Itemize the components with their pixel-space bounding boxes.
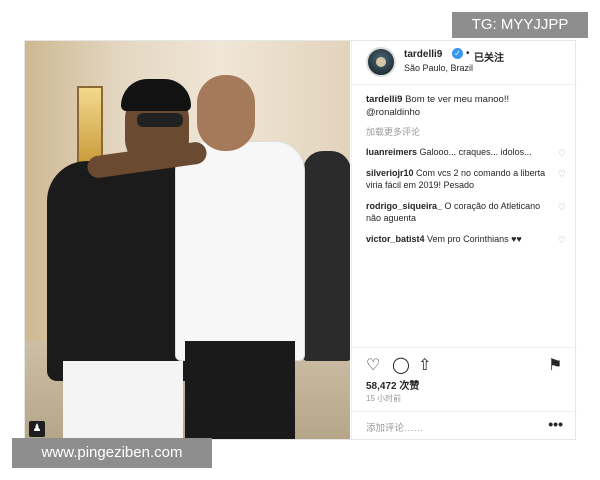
comment-icon[interactable]: ◯ [392,358,410,374]
avatar[interactable] [366,47,396,77]
post-photo[interactable]: ♟ [25,41,350,439]
comment-row: silveriojr10 Com vcs 2 no comando a libe… [366,167,566,192]
header-username[interactable]: tardelli9 [404,49,442,60]
separator-dot: • [466,48,470,59]
caption-username[interactable]: tardelli9 [366,94,402,105]
caption-text: Bom te ver meu manoo!! [405,94,510,105]
load-more-comments-link[interactable]: 加载更多评论 [366,125,566,138]
comment-username[interactable]: victor_batist4 [366,234,425,244]
share-icon[interactable]: ⇧ [418,358,431,374]
watermark-bottom: www.pingeziben.com [12,438,212,468]
post-timestamp: 15 小时前 [366,394,402,403]
comment-username[interactable]: rodrigo_siqueira_ [366,201,442,211]
comment-row: victor_batist4 Vem pro Corinthians ♥♥ ♡ [366,233,566,246]
post-header: tardelli9 ✓ • 已关注 São Paulo, Brazil [352,41,577,85]
photo-person-left-pants [63,361,183,439]
add-comment-bar: 添加评论…… ••• [352,411,577,439]
location-link[interactable]: São Paulo, Brazil [404,63,473,73]
comment-text: Galooo... craques... idolos... [419,147,532,157]
follow-status-button[interactable]: 已关注 [474,49,504,64]
comment-username[interactable]: silveriojr10 [366,168,414,178]
photo-lit-doorway [77,86,103,166]
photo-person-right-head [197,75,255,151]
more-options-icon[interactable]: ••• [548,416,563,432]
comment-row: luanreimers Galooo... craques... idolos.… [366,146,566,159]
comment-username[interactable]: luanreimers [366,147,417,157]
post-side-panel: tardelli9 ✓ • 已关注 São Paulo, Brazil tard… [351,41,577,439]
likes-count[interactable]: 58,472 次赞 [366,377,419,392]
photo-background-person [303,151,350,361]
watermark-top: TG: MYYJJPP [452,12,588,38]
instagram-post: ♟ tardelli9 ✓ • 已关注 São Paulo, Brazil ta… [24,40,577,440]
heart-icon[interactable]: ♡ [366,358,380,374]
comment-text: Vem pro Corinthians ♥♥ [427,233,522,244]
comment-like-heart-icon[interactable]: ♡ [558,147,566,160]
comment-like-heart-icon[interactable]: ♡ [558,168,566,181]
verified-badge-icon: ✓ [452,48,463,59]
comment-input[interactable]: 添加评论…… [366,420,423,434]
caption: tardelli9 Bom te ver meu manoo!! @ronald… [366,93,566,119]
user-tag-icon[interactable]: ♟ [29,421,45,437]
comment-like-heart-icon[interactable]: ♡ [558,201,566,214]
action-bar: ♡ ◯ ⇧ ⚑ [352,347,577,377]
bookmark-icon[interactable]: ⚑ [548,358,562,374]
comment-row: rodrigo_siqueira_ O coração do Atletican… [366,200,566,225]
photo-person-right-pants [185,341,295,439]
photo-sunglasses [137,113,183,127]
comments-section: tardelli9 Bom te ver meu manoo!! @ronald… [366,93,566,245]
photo-cap [121,79,191,111]
caption-mention[interactable]: @ronaldinho [366,107,420,118]
comment-like-heart-icon[interactable]: ♡ [558,234,566,247]
photo-person-right-body [175,141,305,361]
